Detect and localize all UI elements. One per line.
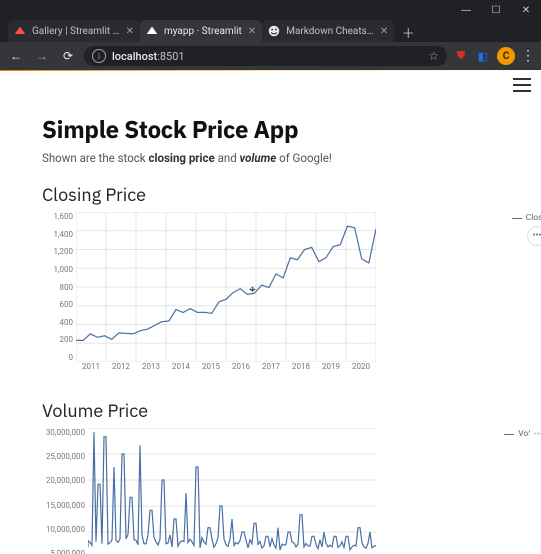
streamlit-favicon-icon	[14, 25, 26, 37]
legend-label: Close	[526, 213, 541, 223]
toolbar-right: ⛊ ◧ C ⋮	[453, 47, 535, 65]
chart-more-button[interactable]: •••	[527, 226, 541, 246]
tab-title: myapp · Streamlit	[164, 26, 242, 37]
close-tab-icon[interactable]: ✕	[380, 26, 388, 37]
streamlit-menu-button[interactable]	[513, 78, 531, 92]
legend-swatch-icon	[504, 434, 514, 435]
tab-title: Markdown Cheatsheet · adam-p	[286, 26, 374, 37]
chart1-y-axis-labels: 1,6001,4001,2001,0008006004002000	[42, 212, 76, 362]
chart-more-button[interactable]: •••	[529, 426, 541, 444]
streamlit-favicon-icon	[146, 25, 158, 37]
browser-window: — ☐ ✕ Gallery | Streamlit — The fastes ✕…	[0, 0, 541, 554]
chart2-heading: Volume Price	[42, 399, 499, 422]
window-titlebar: — ☐ ✕	[0, 0, 541, 20]
chart1-legend: Close	[512, 213, 541, 223]
ext-blocker-icon[interactable]: ⛊	[453, 48, 469, 64]
tab-title: Gallery | Streamlit — The fastes	[32, 26, 120, 37]
chart2-plot-area[interactable]	[88, 428, 376, 554]
chart1-heading: Closing Price	[42, 183, 499, 206]
page-viewport: Simple Stock Price App Shown are the sto…	[0, 70, 541, 554]
window-minimize-button[interactable]: —	[451, 0, 481, 20]
browser-toolbar: ← → ⟳ i localhost:8501 ☆ ⛊ ◧ C ⋮	[0, 42, 541, 70]
reload-button[interactable]: ⟳	[58, 46, 78, 66]
chart1-x-axis-labels: 2011201220132014201520162017201820192020	[76, 362, 376, 371]
site-info-icon[interactable]: i	[92, 49, 106, 63]
forward-button[interactable]: →	[32, 46, 52, 66]
page-content: Simple Stock Price App Shown are the sto…	[0, 99, 541, 554]
browser-menu-button[interactable]: ⋮	[521, 48, 535, 64]
bookmark-star-icon[interactable]: ☆	[428, 49, 439, 63]
volume-price-chart[interactable]: Volume ••• 30,000,00025,000,00020,000,00…	[42, 428, 499, 554]
browser-tab[interactable]: Markdown Cheatsheet · adam-p ✕	[262, 20, 394, 42]
window-close-button[interactable]: ✕	[511, 0, 541, 20]
page-subtitle: Shown are the stock closing price and vo…	[42, 151, 499, 165]
close-tab-icon[interactable]: ✕	[126, 26, 134, 37]
page-title: Simple Stock Price App	[42, 113, 499, 145]
closing-price-chart[interactable]: Close ••• ⤢ 1,6001,4001,2001,00080060040…	[42, 212, 499, 371]
github-favicon-icon	[268, 25, 280, 37]
ext-misc-icon[interactable]: ◧	[475, 48, 491, 64]
address-bar[interactable]: i localhost:8501 ☆	[84, 46, 447, 66]
profile-avatar-button[interactable]: C	[497, 47, 515, 65]
browser-tab[interactable]: myapp · Streamlit ✕	[140, 20, 262, 42]
legend-swatch-icon	[512, 218, 522, 219]
chart2-y-axis-labels: 30,000,00025,000,00020,000,00015,000,000…	[42, 428, 88, 554]
window-maximize-button[interactable]: ☐	[481, 0, 511, 20]
new-tab-button[interactable]: ＋	[398, 22, 418, 42]
browser-tab[interactable]: Gallery | Streamlit — The fastes ✕	[8, 20, 140, 42]
chart1-plot-area[interactable]	[76, 212, 376, 362]
back-button[interactable]: ←	[6, 46, 26, 66]
url-display: localhost:8501	[112, 50, 185, 63]
close-tab-icon[interactable]: ✕	[248, 26, 256, 37]
tab-strip: Gallery | Streamlit — The fastes ✕ myapp…	[0, 20, 541, 42]
